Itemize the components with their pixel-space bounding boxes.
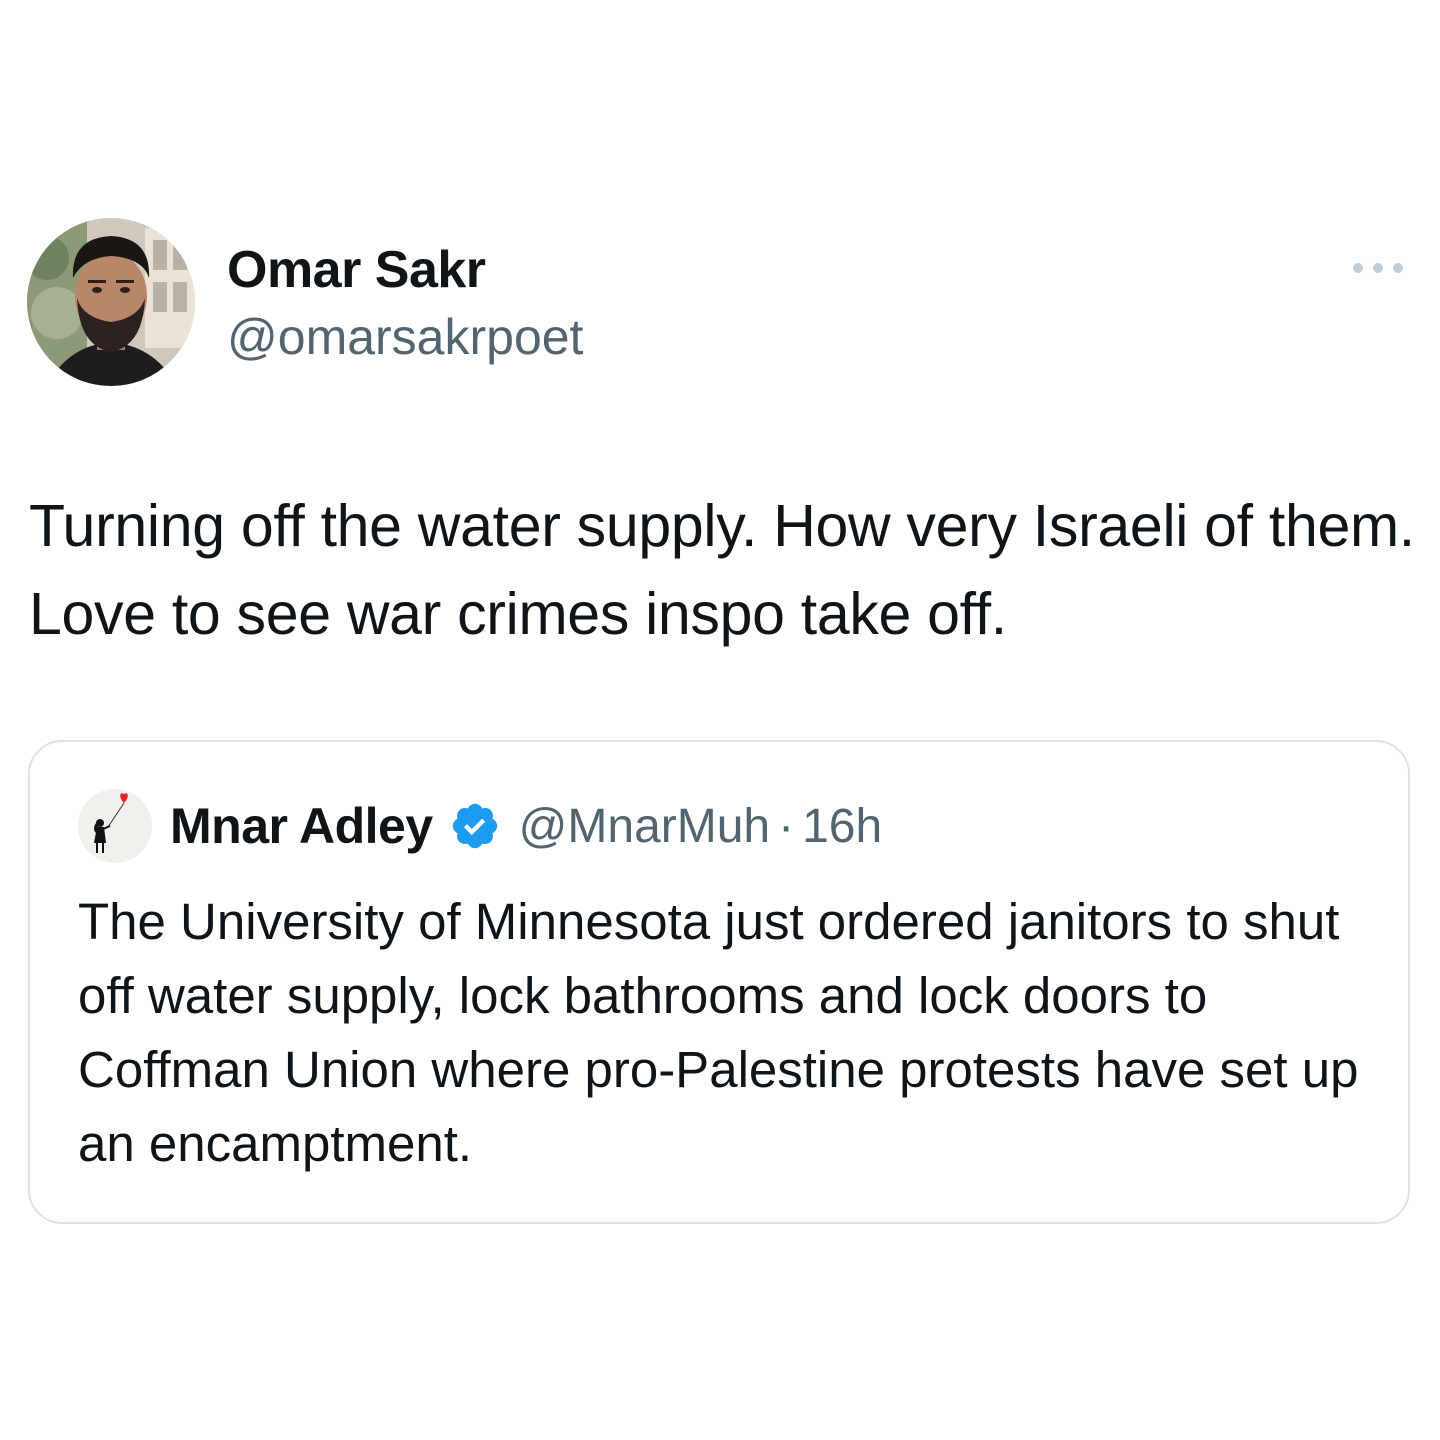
separator-dot: · bbox=[778, 799, 795, 853]
quoted-tweet-text: The University of Minnesota just ordered… bbox=[78, 893, 1359, 1172]
quoted-timestamp[interactable]: 16h bbox=[802, 799, 882, 854]
more-options-button[interactable] bbox=[1346, 250, 1410, 286]
tweet: Omar Sakr @omarsakrpoet Turning off the … bbox=[0, 0, 1440, 1440]
quoted-tweet-card[interactable]: Mnar Adley @MnarMuh · 16h The University… bbox=[28, 740, 1410, 1224]
girl-with-balloon-avatar-icon bbox=[78, 789, 152, 863]
ellipsis-icon bbox=[1353, 263, 1403, 273]
verified-badge-icon bbox=[449, 800, 501, 852]
quoted-author-name[interactable]: Mnar Adley bbox=[170, 797, 433, 855]
author-name[interactable]: Omar Sakr bbox=[227, 240, 486, 300]
author-handle[interactable]: @omarsakrpoet bbox=[227, 307, 583, 367]
quoted-author-avatar[interactable] bbox=[78, 789, 152, 863]
tweet-text: Turning off the water supply. How very I… bbox=[29, 493, 1415, 647]
profile-photo-icon bbox=[27, 218, 195, 386]
quoted-author-handle[interactable]: @MnarMuh bbox=[519, 799, 770, 854]
quoted-header: Mnar Adley @MnarMuh · 16h bbox=[170, 794, 882, 858]
author-avatar[interactable] bbox=[27, 218, 195, 386]
